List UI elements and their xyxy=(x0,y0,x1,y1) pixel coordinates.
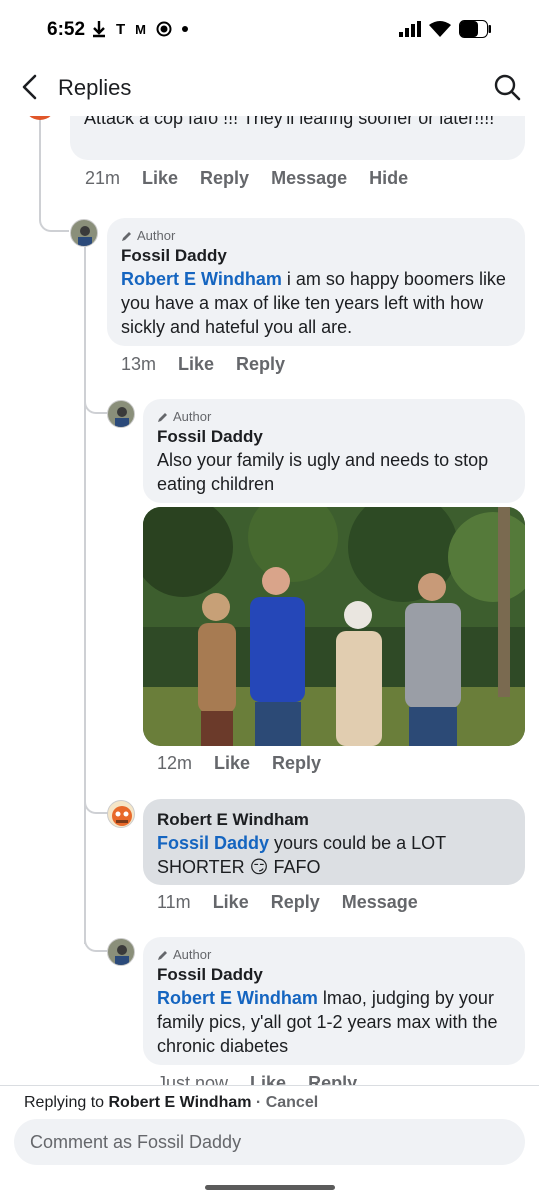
dot-icon xyxy=(182,26,189,32)
comment-actions: 13m Like Reply xyxy=(121,354,307,375)
like-button[interactable]: Like xyxy=(178,354,214,375)
comment-time: 21m xyxy=(85,168,121,188)
home-indicator[interactable] xyxy=(205,1185,335,1190)
like-button[interactable]: Like xyxy=(142,168,178,189)
comment-thread: Attack a cop fafo !!! They'll learing so… xyxy=(0,108,539,1085)
t-mobile-icon: T xyxy=(116,20,126,38)
comment-actions: 11m Like Reply Message xyxy=(157,892,440,913)
avatar[interactable] xyxy=(107,938,135,966)
search-icon[interactable] xyxy=(493,73,521,101)
comment-bubble: Robert E Windham Fossil Daddy yours coul… xyxy=(143,799,525,885)
comment-time: 13m xyxy=(121,354,157,374)
comment-composer: Replying to Robert E Windham · Cancel xyxy=(0,1085,539,1200)
pencil-icon xyxy=(122,231,131,241)
comment-input[interactable] xyxy=(14,1119,525,1165)
thread-line xyxy=(39,208,69,232)
avatar[interactable] xyxy=(70,219,98,247)
status-right-icons xyxy=(399,20,491,38)
message-button[interactable]: Message xyxy=(271,168,347,189)
mention-link[interactable]: Robert E Windham xyxy=(121,269,282,289)
battery-icon xyxy=(459,20,491,38)
thread-line xyxy=(84,798,108,814)
comment-time: 11m xyxy=(157,892,191,912)
commenter-name[interactable]: Fossil Daddy xyxy=(121,245,511,267)
thread-line xyxy=(84,936,108,952)
reply-button[interactable]: Reply xyxy=(308,1073,357,1085)
comment-actions: 12m Like Reply xyxy=(157,753,343,774)
mention-link[interactable]: Fossil Daddy xyxy=(157,833,269,853)
replying-to-bar: Replying to Robert E Windham · Cancel xyxy=(24,1094,318,1112)
commenter-name[interactable]: Fossil Daddy xyxy=(157,964,511,986)
thread-line xyxy=(84,244,86,944)
record-icon xyxy=(156,21,172,37)
thread-line xyxy=(84,398,108,414)
cancel-reply-button[interactable]: Cancel xyxy=(266,1094,318,1111)
author-tag: Author xyxy=(157,409,511,424)
pencil-icon xyxy=(158,412,167,422)
author-tag: Author xyxy=(121,228,511,243)
m-icon: M xyxy=(135,21,147,37)
download-icon xyxy=(93,21,105,38)
reply-button[interactable]: Reply xyxy=(271,892,320,913)
app-header: Replies xyxy=(0,60,539,116)
author-label: Author xyxy=(137,228,176,243)
signal-icon xyxy=(399,21,421,37)
reply-button[interactable]: Reply xyxy=(200,168,249,189)
mention-link[interactable]: Robert E Windham xyxy=(157,988,318,1008)
comment-photo[interactable] xyxy=(143,507,525,746)
message-button[interactable]: Message xyxy=(342,892,418,913)
status-bar: 6:52 T M xyxy=(0,0,539,60)
author-label: Author xyxy=(173,947,212,962)
comment-bubble: Author Fossil Daddy Robert E Windham lma… xyxy=(143,937,525,1065)
comment-bubble: Author Fossil Daddy Robert E Windham i a… xyxy=(107,218,525,346)
back-arrow-icon[interactable] xyxy=(16,72,46,102)
comment-text: Robert E Windham lmao, judging by your f… xyxy=(157,986,511,1058)
wifi-icon xyxy=(429,20,451,37)
reply-button[interactable]: Reply xyxy=(236,354,285,375)
author-tag: Author xyxy=(157,947,511,962)
comment-actions: 21m Like Reply Message Hide xyxy=(85,168,430,189)
comment-text: Fossil Daddy yours could be a LOT SHORTE… xyxy=(157,831,511,879)
author-label: Author xyxy=(173,409,212,424)
comment-actions: Just now Like Reply xyxy=(157,1073,379,1085)
comment-text: Also your family is ugly and needs to st… xyxy=(157,450,489,494)
reply-button[interactable]: Reply xyxy=(272,753,321,774)
page-title: Replies xyxy=(58,75,132,100)
hide-button[interactable]: Hide xyxy=(369,168,408,189)
pencil-icon xyxy=(158,950,167,960)
separator: · xyxy=(255,1094,262,1111)
like-button[interactable]: Like xyxy=(250,1073,286,1085)
status-left-icons: T M xyxy=(92,20,189,38)
thread-line xyxy=(39,108,41,220)
like-button[interactable]: Like xyxy=(214,753,250,774)
comment-time: 12m xyxy=(157,753,193,773)
commenter-name[interactable]: Fossil Daddy xyxy=(157,426,511,448)
comment-bubble: Author Fossil Daddy Also your family is … xyxy=(143,399,525,503)
replying-name: Robert E Windham xyxy=(108,1094,252,1111)
comment-time: Just now xyxy=(157,1073,229,1085)
replying-label: Replying to xyxy=(24,1094,105,1111)
like-button[interactable]: Like xyxy=(213,892,249,913)
avatar[interactable] xyxy=(107,400,135,428)
status-time: 6:52 xyxy=(47,19,86,40)
avatar[interactable] xyxy=(107,800,135,828)
comment-text: Robert E Windham i am so happy boomers l… xyxy=(121,267,511,339)
commenter-name[interactable]: Robert E Windham xyxy=(157,809,511,831)
